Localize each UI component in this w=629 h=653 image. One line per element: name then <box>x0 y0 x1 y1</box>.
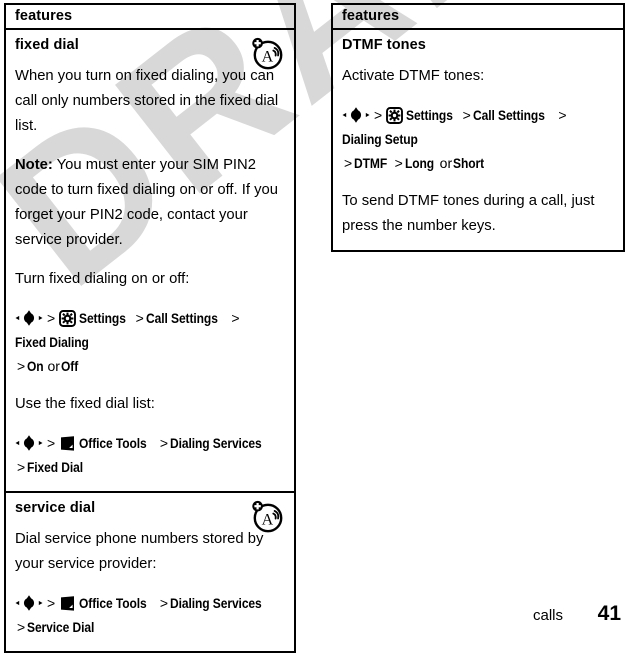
feature-section: service dial A Dial service phone numbers … <box>6 491 294 651</box>
note-label: Note: <box>15 157 53 173</box>
joystick-icon <box>15 310 43 326</box>
features-table-header: features <box>333 5 623 30</box>
note-text: You must enter your SIM PIN2 code to tur… <box>15 157 278 248</box>
path-separator: > <box>394 155 403 171</box>
path-conjunction: or <box>439 155 453 171</box>
body-paragraph: When you turn on fixed dialing, you can … <box>15 68 279 134</box>
menu-item-name[interactable]: On <box>27 354 44 378</box>
menu-item-name[interactable]: Office Tools <box>79 431 147 455</box>
path-separator: > <box>159 435 169 451</box>
path-separator: > <box>17 459 26 475</box>
menu-item-name[interactable]: Settings <box>406 103 453 127</box>
settings-gear-icon <box>386 107 404 124</box>
body-paragraph: Use the fixed dial list: <box>15 396 155 412</box>
feature-section: DTMF tones Activate DTMF tones: > Settings >… <box>333 30 623 250</box>
menu-item-name[interactable]: Dialing Services <box>170 431 262 455</box>
menu-item-name[interactable]: Call Settings <box>473 103 545 127</box>
manual-page: features fixed dial A When you turn on fixe… <box>0 0 629 653</box>
feature-section-title: service dial <box>15 500 96 516</box>
body-paragraph: To send DTMF tones during a call, just p… <box>342 193 595 234</box>
path-separator: > <box>135 310 144 326</box>
path-separator: > <box>344 155 353 171</box>
sim-network-feature-icon: A <box>249 498 285 534</box>
path-separator: > <box>231 310 240 326</box>
sim-network-feature-icon: A <box>249 35 285 71</box>
menu-item-name[interactable]: Fixed Dial <box>27 455 83 479</box>
menu-item-name[interactable]: Fixed Dialing <box>15 330 89 354</box>
page-footer: calls 41 <box>0 596 629 626</box>
settings-gear-icon <box>59 310 77 327</box>
menu-item-name[interactable]: Dialing Setup <box>342 127 418 151</box>
footer-chapter-label: calls <box>532 607 563 624</box>
joystick-icon <box>342 107 370 123</box>
path-separator: > <box>462 107 471 123</box>
path-separator: > <box>374 107 383 123</box>
menu-item-name[interactable]: DTMF <box>354 151 387 175</box>
svg-text:A: A <box>262 511 274 528</box>
menu-item-name[interactable]: Call Settings <box>146 306 218 330</box>
body-paragraph: Activate DTMF tones: <box>342 68 485 84</box>
feature-section-title: fixed dial <box>15 37 79 53</box>
svg-text:A: A <box>262 48 274 65</box>
footer-page-number: 41 <box>597 602 621 625</box>
navigation-path: > Office Tools > Dialing Services> Fixed Dia… <box>15 431 285 479</box>
path-separator: > <box>47 435 56 451</box>
office-tools-icon <box>59 435 76 452</box>
navigation-path: > Settings > Call Settings >Fixed Dialing > On… <box>15 306 285 378</box>
menu-item-name[interactable]: Off <box>61 354 78 378</box>
features-table-header: features <box>6 5 294 30</box>
path-separator: > <box>17 358 26 374</box>
features-table-right: features DTMF tones Activate DTMF tones: > S… <box>331 3 625 252</box>
navigation-path: > Settings > Call Settings >Dialing Setup > DT… <box>342 103 614 175</box>
note-paragraph: Note: You must enter your SIM PIN2 code … <box>15 153 283 253</box>
menu-item-name[interactable]: Settings <box>79 306 126 330</box>
feature-section-title: DTMF tones <box>342 37 426 53</box>
features-table-left: features fixed dial A When you turn on fixe… <box>4 3 296 653</box>
menu-item-name[interactable]: Long <box>405 151 434 175</box>
joystick-icon <box>15 435 43 451</box>
feature-section: fixed dial A When you turn on fixed dialin… <box>6 30 294 491</box>
body-paragraph: Dial service phone numbers stored by you… <box>15 531 264 572</box>
body-paragraph: Turn fixed dialing on or off: <box>15 271 190 287</box>
menu-item-name[interactable]: Short <box>453 151 484 175</box>
path-conjunction: or <box>47 358 60 374</box>
path-separator: > <box>47 310 56 326</box>
path-separator: > <box>558 107 567 123</box>
